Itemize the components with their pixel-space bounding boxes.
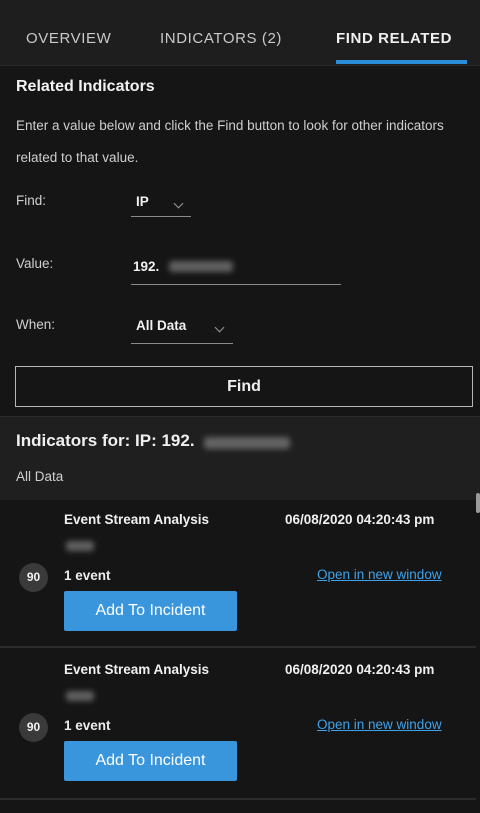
redacted-name bbox=[66, 541, 94, 551]
section-title: Related Indicators bbox=[16, 78, 155, 95]
results-time-range: All Data bbox=[16, 469, 64, 484]
tab-overview[interactable]: OVERVIEW bbox=[26, 30, 111, 47]
indicator-timestamp: 06/08/2020 04:20:43 pm bbox=[285, 662, 435, 677]
when-value: All Data bbox=[136, 318, 187, 333]
open-in-new-window-link[interactable]: Open in new window bbox=[317, 567, 442, 582]
open-in-new-window-link[interactable]: Open in new window bbox=[317, 717, 442, 732]
find-label: Find: bbox=[16, 193, 47, 208]
when-label: When: bbox=[16, 317, 56, 332]
tab-indicators[interactable]: INDICATORS (2) bbox=[160, 30, 282, 47]
indicator-timestamp: 06/08/2020 04:20:43 pm bbox=[285, 512, 435, 527]
results-title: Indicators for: IP: 192. bbox=[16, 431, 290, 451]
add-to-incident-button[interactable]: Add To Incident bbox=[64, 741, 237, 781]
redacted-value bbox=[169, 261, 233, 272]
value-input[interactable]: 192. bbox=[131, 252, 341, 285]
section-description: Enter a value below and click the Find b… bbox=[16, 118, 444, 165]
risk-score-badge: 90 bbox=[19, 713, 48, 742]
risk-score-badge: 90 bbox=[19, 563, 48, 592]
redacted-name bbox=[66, 691, 94, 701]
redacted-ip bbox=[204, 437, 290, 449]
results-header: Indicators for: IP: 192. All Data bbox=[0, 416, 480, 500]
indicator-card: Event Stream Analysis 06/08/2020 04:20:4… bbox=[0, 650, 476, 800]
tab-bar: OVERVIEW INDICATORS (2) FIND RELATED bbox=[0, 0, 480, 66]
indicator-source: Event Stream Analysis bbox=[64, 662, 210, 677]
active-tab-indicator bbox=[336, 60, 467, 64]
scrollbar-handle[interactable] bbox=[476, 493, 480, 513]
chevron-down-icon bbox=[214, 322, 225, 333]
find-button[interactable]: Find bbox=[15, 366, 473, 407]
add-to-incident-button[interactable]: Add To Incident bbox=[64, 591, 237, 631]
event-count: 1 event bbox=[64, 718, 111, 733]
tab-find-related[interactable]: FIND RELATED bbox=[336, 30, 452, 47]
find-type-select[interactable]: IP bbox=[131, 191, 191, 217]
results-title-text: Indicators for: IP: 192. bbox=[16, 431, 195, 450]
event-count: 1 event bbox=[64, 568, 111, 583]
indicator-card: Event Stream Analysis 06/08/2020 04:20:4… bbox=[0, 500, 476, 648]
find-type-value: IP bbox=[136, 194, 149, 209]
indicator-source: Event Stream Analysis bbox=[64, 512, 210, 527]
when-select[interactable]: All Data bbox=[131, 315, 233, 344]
value-label: Value: bbox=[16, 256, 54, 271]
chevron-down-icon bbox=[173, 198, 184, 209]
value-input-text: 192. bbox=[133, 259, 160, 274]
